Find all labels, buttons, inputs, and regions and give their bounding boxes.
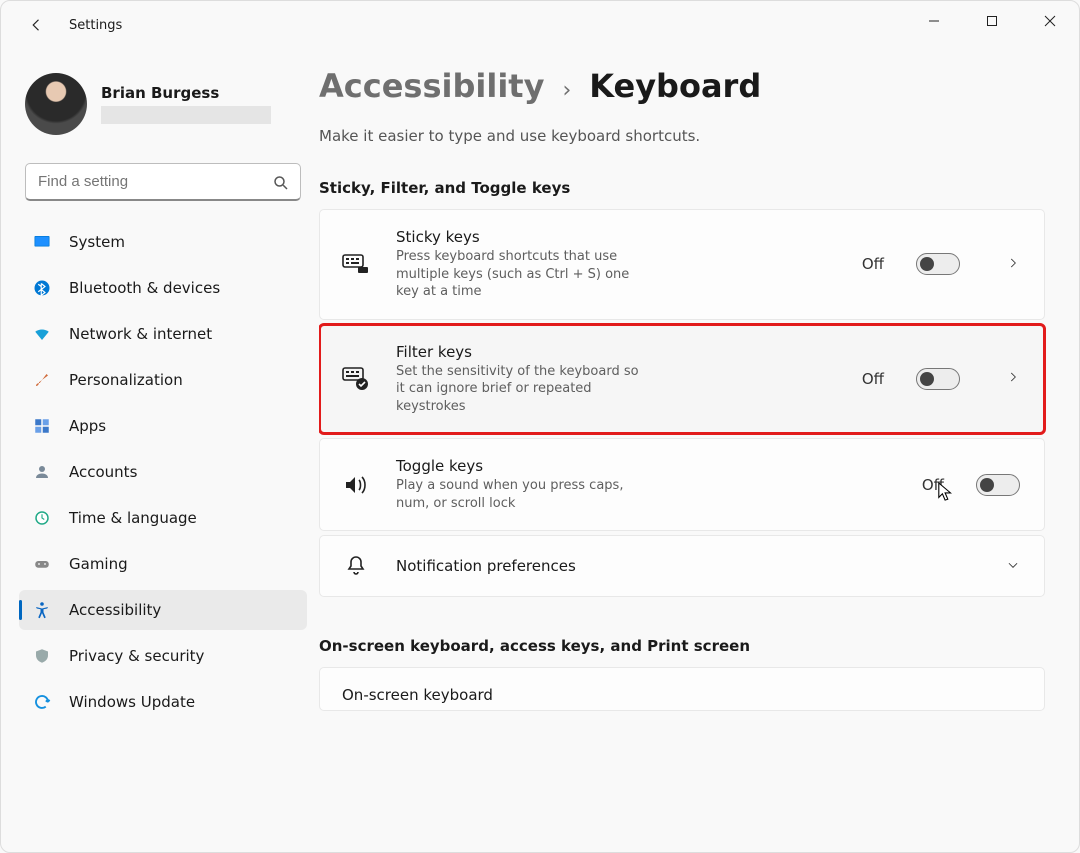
section-header-keys: Sticky, Filter, and Toggle keys	[319, 179, 1045, 197]
on-screen-keyboard-row[interactable]: On-screen keyboard	[319, 667, 1045, 711]
sidebar-item-network[interactable]: Network & internet	[19, 314, 307, 354]
profile-block[interactable]: Brian Burgess	[7, 59, 313, 157]
filter-keys-row[interactable]: Filter keys Set the sensitivity of the k…	[319, 324, 1045, 435]
card-title: Sticky keys	[396, 228, 646, 246]
bell-icon	[342, 554, 370, 578]
apps-icon	[33, 417, 51, 435]
update-icon	[33, 693, 51, 711]
sidebar-item-label: Time & language	[69, 509, 197, 527]
minimize-button[interactable]	[905, 1, 963, 41]
sidebar-item-label: Personalization	[69, 371, 183, 389]
sidebar-item-update[interactable]: Windows Update	[19, 682, 307, 722]
sidebar-item-apps[interactable]: Apps	[19, 406, 307, 446]
accessibility-icon	[33, 601, 51, 619]
sidebar-item-label: Bluetooth & devices	[69, 279, 220, 297]
sidebar-item-label: System	[69, 233, 125, 251]
toggle-keys-row[interactable]: Toggle keys Play a sound when you press …	[319, 438, 1045, 531]
system-icon	[33, 233, 51, 251]
sticky-keys-toggle[interactable]	[916, 253, 960, 275]
title-bar: Settings	[1, 1, 1079, 49]
filter-keys-toggle[interactable]	[916, 368, 960, 390]
sidebar-item-label: Gaming	[69, 555, 128, 573]
card-title: Filter keys	[396, 343, 646, 361]
chevron-right-icon[interactable]	[1006, 369, 1020, 388]
search-input[interactable]	[38, 173, 262, 190]
sidebar-item-privacy[interactable]: Privacy & security	[19, 636, 307, 676]
chevron-right-icon[interactable]	[1006, 255, 1020, 274]
sidebar-item-system[interactable]: System	[19, 222, 307, 262]
keyboard-filter-icon	[342, 367, 370, 391]
sidebar-item-accounts[interactable]: Accounts	[19, 452, 307, 492]
brush-icon	[33, 371, 51, 389]
avatar	[25, 73, 87, 135]
sidebar-item-personalization[interactable]: Personalization	[19, 360, 307, 400]
shield-icon	[33, 647, 51, 665]
sidebar-item-label: Apps	[69, 417, 106, 435]
sidebar-item-label: Privacy & security	[69, 647, 204, 665]
chevron-down-icon[interactable]	[1006, 557, 1020, 576]
sidebar-item-time[interactable]: Time & language	[19, 498, 307, 538]
search-box[interactable]	[25, 163, 301, 201]
osk-card-list: On-screen keyboard	[319, 667, 1045, 711]
toggle-state: Off	[862, 255, 884, 273]
sidebar-item-accessibility[interactable]: Accessibility	[19, 590, 307, 630]
breadcrumb: Accessibility › Keyboard	[319, 67, 1045, 105]
notification-preferences-row[interactable]: Notification preferences	[319, 535, 1045, 597]
section-header-osk: On-screen keyboard, access keys, and Pri…	[319, 637, 1045, 655]
sidebar-item-label: Accounts	[69, 463, 137, 481]
sidebar-item-gaming[interactable]: Gaming	[19, 544, 307, 584]
breadcrumb-current: Keyboard	[589, 67, 761, 105]
card-title: Toggle keys	[396, 457, 646, 475]
keys-card-list: Sticky keys Press keyboard shortcuts tha…	[319, 209, 1045, 597]
maximize-button[interactable]	[963, 1, 1021, 41]
search-icon	[272, 174, 288, 190]
toggle-state: Off	[862, 370, 884, 388]
sidebar-nav: System Bluetooth & devices Network & int…	[13, 219, 313, 725]
sidebar-item-bluetooth[interactable]: Bluetooth & devices	[19, 268, 307, 308]
sidebar-item-label: Accessibility	[69, 601, 161, 619]
window-controls	[905, 1, 1079, 41]
wifi-icon	[33, 325, 51, 343]
sticky-keys-row[interactable]: Sticky keys Press keyboard shortcuts tha…	[319, 209, 1045, 320]
sound-icon	[342, 474, 370, 496]
keyboard-icon	[342, 253, 370, 275]
breadcrumb-parent[interactable]: Accessibility	[319, 67, 544, 105]
sidebar-item-label: Windows Update	[69, 693, 195, 711]
card-title: Notification preferences	[396, 557, 646, 575]
card-desc: Set the sensitivity of the keyboard so i…	[396, 363, 646, 416]
page-subtitle: Make it easier to type and use keyboard …	[319, 127, 1045, 145]
close-button[interactable]	[1021, 1, 1079, 41]
sidebar: Brian Burgess System Bluetooth & devices…	[1, 49, 319, 852]
window-title: Settings	[69, 18, 122, 33]
gaming-icon	[33, 555, 51, 573]
accounts-icon	[33, 463, 51, 481]
card-desc: Press keyboard shortcuts that use multip…	[396, 248, 646, 301]
bluetooth-icon	[33, 279, 51, 297]
sidebar-item-label: Network & internet	[69, 325, 212, 343]
chevron-right-icon: ›	[562, 78, 571, 103]
card-title: On-screen keyboard	[342, 686, 592, 704]
clock-icon	[33, 509, 51, 527]
toggle-keys-toggle[interactable]	[976, 474, 1020, 496]
back-button[interactable]	[17, 5, 57, 45]
toggle-state: Off	[922, 476, 944, 494]
card-desc: Play a sound when you press caps, num, o…	[396, 477, 646, 512]
profile-name: Brian Burgess	[101, 84, 271, 102]
profile-email-redacted	[101, 106, 271, 124]
main-content: Accessibility › Keyboard Make it easier …	[319, 49, 1079, 852]
